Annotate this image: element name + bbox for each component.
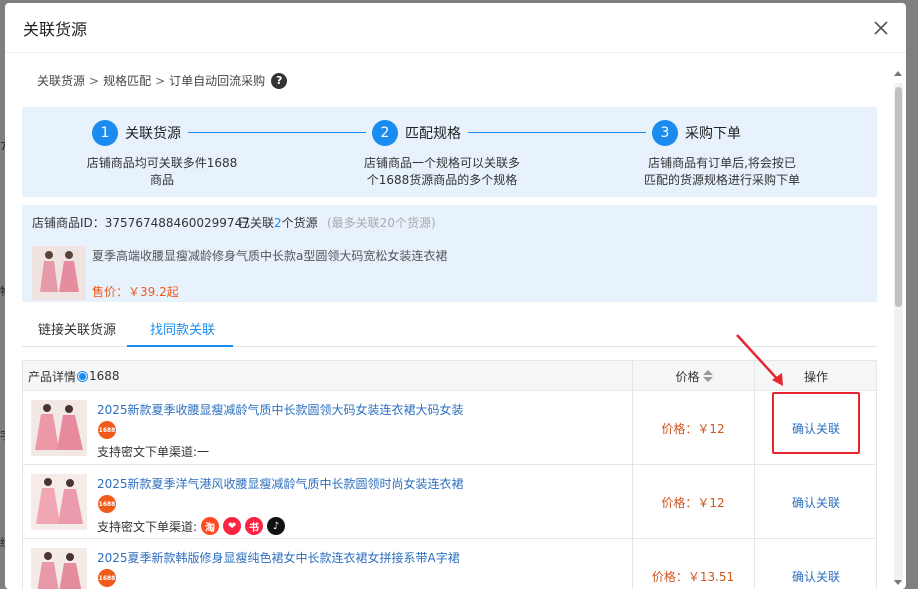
tab-find-same[interactable]: 找同款关联 xyxy=(150,319,215,338)
badge-1688-icon: 1688 xyxy=(98,495,116,513)
confirm-link-button[interactable]: 确认关联 xyxy=(755,539,877,589)
linked-count: 已关联2个货源 xyxy=(238,214,318,231)
product-price: 价格：￥13.51 xyxy=(651,569,735,584)
linked-suffix: 个货源 xyxy=(281,216,318,230)
modal-header: 关联货源 xyxy=(5,3,906,53)
table-row: 2025新款夏季收腰显瘦减龄气质中长款圆领大码女装连衣裙大码女装 1688 支持… xyxy=(23,391,876,465)
confirm-link-button[interactable]: 确认关联 xyxy=(755,465,877,539)
header-detail-label: 产品详情 xyxy=(28,369,77,384)
step-desc-line: 店铺商品一个规格可以关联多 xyxy=(363,156,520,170)
xiaohongshu-icon: 书 xyxy=(245,517,264,535)
tab-link-source[interactable]: 链接关联货源 xyxy=(38,319,116,338)
sort-icon[interactable] xyxy=(702,370,713,382)
close-icon[interactable] xyxy=(872,19,890,37)
product-title-link[interactable]: 2025夏季新款韩版修身显瘦纯色裙女中长款连衣裙女拼接系带A字裙 xyxy=(97,549,460,566)
step-desc-line: 店铺商品均可关联多件1688 xyxy=(86,156,238,170)
modal-body: 关联货源 > 规格匹配 > 订单自动回流采购 ? 1 关联货源 店铺商品均可关联… xyxy=(5,54,906,589)
chevron-right-icon: > xyxy=(155,73,166,88)
step-connector xyxy=(468,132,646,133)
scrollbar-thumb[interactable] xyxy=(895,87,902,307)
store-product-image xyxy=(32,246,86,300)
breadcrumb: 关联货源 > 规格匹配 > 订单自动回流采购 ? xyxy=(37,72,288,89)
active-tab-indicator xyxy=(127,345,233,347)
annotation-arrow-icon xyxy=(736,334,783,386)
table-row: 2025新款夏季洋气港风收腰显瘦减龄气质中长款圆领时尚女装连衣裙 1688 支持… xyxy=(23,465,876,539)
product-image[interactable] xyxy=(31,400,87,456)
modal-title: 关联货源 xyxy=(23,19,88,39)
chevron-right-icon: > xyxy=(89,73,100,88)
step-desc-line: 匹配的货源规格进行采购下单 xyxy=(643,173,800,187)
store-product-price: 售价：￥39.2起 xyxy=(92,285,179,299)
product-title-link[interactable]: 2025新款夏季收腰显瘦减龄气质中长款圆领大码女装连衣裙大码女装 xyxy=(97,401,464,418)
store-product-id: 店铺商品ID：3757674884600299747 xyxy=(32,216,250,230)
step-desc: 店铺商品有订单后,将会按已 匹配的货源规格进行采购下单 xyxy=(622,155,822,189)
header-source-label: 1688 xyxy=(89,369,120,383)
tiktok-icon: ♪ xyxy=(267,517,286,535)
product-image[interactable] xyxy=(31,548,87,589)
product-price: 价格：￥12 xyxy=(661,495,725,510)
scrollbar[interactable] xyxy=(894,83,903,583)
breadcrumb-item[interactable]: 关联货源 xyxy=(37,72,85,89)
annotation-highlight-box xyxy=(772,392,860,454)
step-title: 采购下单 xyxy=(685,126,741,142)
channel-label: 支持密文下单渠道: xyxy=(97,519,198,534)
header-price-label: 价格 xyxy=(675,369,700,384)
step-connector xyxy=(188,132,366,133)
steps-panel: 1 关联货源 店铺商品均可关联多件1688 商品 2 匹配规格 店铺商品一个规格… xyxy=(22,107,877,197)
source-table: 产品详情 1688 价格 操作 2025新款夏季收腰显瘦减龄气质中长款圆领大码女… xyxy=(22,360,877,589)
product-title-link[interactable]: 2025新款夏季洋气港风收腰显瘦减龄气质中长款圆领时尚女装连衣裙 xyxy=(97,475,464,492)
channel-value: 一 xyxy=(197,445,210,459)
breadcrumb-item[interactable]: 规格匹配 xyxy=(103,72,151,89)
store-product-name: 夏季高端收腰显瘦减龄修身气质中长款a型圆领大码宽松女装连衣裙 xyxy=(92,249,448,263)
product-image[interactable] xyxy=(31,474,87,530)
step-desc-line: 店铺商品有订单后,将会按已 xyxy=(648,156,796,170)
channel-label: 支持密文下单渠道: xyxy=(97,445,198,459)
order-channel: 支持密文下单渠道: 淘 ❤ 书 ♪ xyxy=(97,517,286,535)
header-action-label: 操作 xyxy=(803,369,828,384)
step-desc-line: 商品 xyxy=(149,173,174,187)
badge-1688-icon: 1688 xyxy=(98,569,116,587)
step-desc: 店铺商品均可关联多件1688 商品 xyxy=(67,155,257,189)
step-title: 关联货源 xyxy=(125,126,181,142)
step-title: 匹配规格 xyxy=(405,126,461,142)
step-number: 3 xyxy=(652,120,678,146)
header-detail: 产品详情 1688 xyxy=(28,361,120,391)
radio-1688[interactable] xyxy=(77,370,89,382)
link-source-modal: 关联货源 关联货源 > 规格匹配 > 订单自动回流采购 ? 1 关联货源 店铺商… xyxy=(5,3,906,589)
taobao-icon: 淘 xyxy=(201,517,220,535)
max-link-note: (最多关联20个货源) xyxy=(327,216,436,230)
step-number: 2 xyxy=(372,120,398,146)
store-product-panel: 店铺商品ID：3757674884600299747 已关联2个货源 (最多关联… xyxy=(22,205,877,302)
heart-icon: ❤ xyxy=(223,517,242,535)
badge-1688-icon: 1688 xyxy=(98,421,116,439)
product-price: 价格：￥12 xyxy=(661,421,725,436)
table-row: 2025夏季新款韩版修身显瘦纯色裙女中长款连衣裙女拼接系带A字裙 1688 价格… xyxy=(23,539,876,589)
step-desc-line: 个1688货源商品的多个规格 xyxy=(366,173,518,187)
help-icon[interactable]: ? xyxy=(271,72,288,89)
step-number: 1 xyxy=(92,120,118,146)
breadcrumb-item[interactable]: 订单自动回流采购 xyxy=(169,72,265,89)
scroll-down-icon[interactable] xyxy=(894,580,902,585)
linked-prefix: 已关联 xyxy=(238,216,275,230)
order-channel: 支持密文下单渠道: 一 xyxy=(97,443,209,460)
step-desc: 店铺商品一个规格可以关联多 个1688货源商品的多个规格 xyxy=(347,155,537,189)
linked-number: 2 xyxy=(274,216,282,230)
scroll-up-icon[interactable] xyxy=(894,71,902,76)
